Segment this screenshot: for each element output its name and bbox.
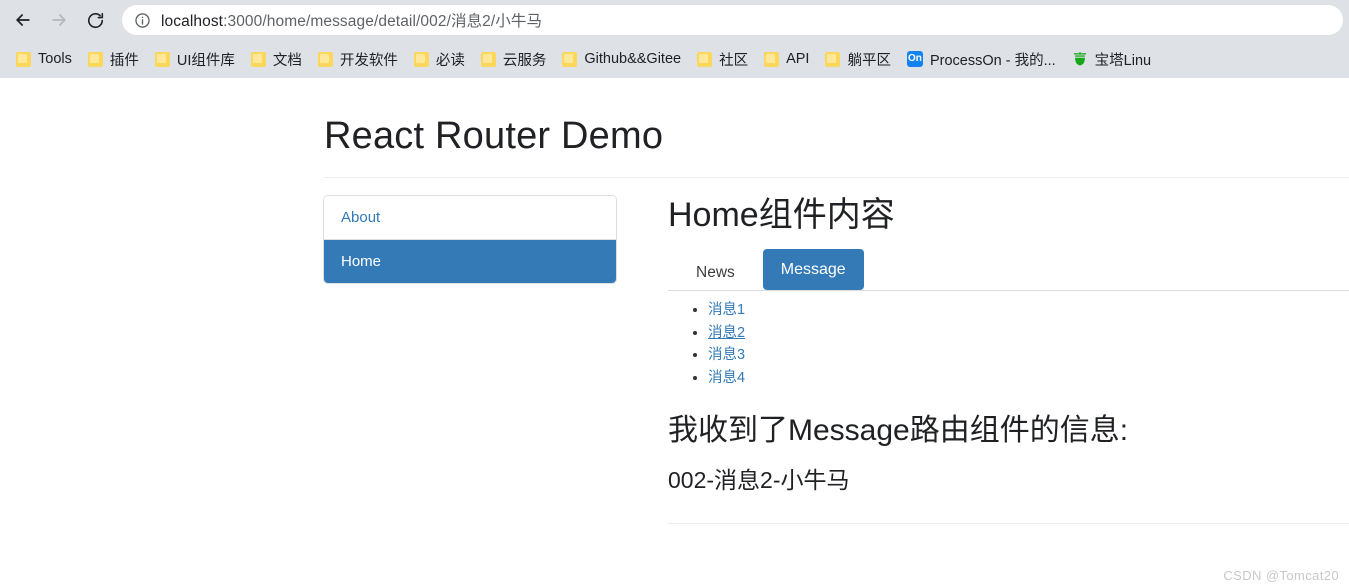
bookmark-community[interactable]: 社区 [689, 46, 756, 72]
bookmark-plugins[interactable]: 插件 [80, 46, 147, 72]
main-column: Home组件内容 News Message 消息1 消息2 消息3 [616, 196, 1349, 524]
back-arrow-icon [13, 10, 33, 30]
bookmark-lying-flat[interactable]: 躺平区 [817, 46, 899, 72]
bookmark-label: 文档 [272, 52, 302, 69]
bookmark-label: 宝塔Linu [1094, 52, 1152, 69]
reload-icon [86, 11, 105, 30]
content-row: About Home Home组件内容 News Message 消息1 消息2 [324, 178, 1349, 524]
sidebar-item-about[interactable]: About [324, 195, 616, 241]
bookmark-label: 必读 [435, 52, 465, 69]
bookmark-docs[interactable]: 文档 [243, 46, 310, 72]
detail-divider [668, 522, 1349, 524]
page-content: React Router Demo About Home Home组件内容 Ne… [0, 78, 1349, 587]
folder-icon [764, 51, 780, 67]
bookmark-label: 躺平区 [847, 52, 891, 69]
url-path: :3000/home/message/detail/002/消息2/小牛马 [223, 13, 543, 30]
bookmark-label: 开发软件 [339, 52, 398, 69]
tab-bar: News Message [668, 248, 1349, 292]
list-item: 消息1 [708, 299, 1349, 322]
bookmark-label: 云服务 [502, 52, 547, 69]
sidebar-column: About Home [324, 195, 616, 284]
folder-icon [317, 51, 333, 67]
bookmark-ui-library[interactable]: UI组件库 [147, 46, 243, 72]
bookmark-processon[interactable]: On ProcessOn - 我的... [899, 46, 1064, 72]
bookmark-label: ProcessOn - 我的... [929, 52, 1056, 69]
folder-icon [413, 51, 429, 67]
folder-icon [154, 51, 170, 67]
folder-icon [697, 51, 713, 67]
bookmarks-bar: Tools 插件 UI组件库 文档 开发软件 必读 云服务 Github&&Gi… [0, 40, 1349, 78]
bt-panel-icon [1072, 51, 1088, 67]
address-bar[interactable]: localhost:3000/home/message/detail/002/消… [122, 5, 1343, 35]
processon-icon: On [906, 51, 923, 67]
list-item: 消息3 [708, 344, 1349, 367]
message-link-3[interactable]: 消息3 [708, 347, 745, 363]
browser-chrome: localhost:3000/home/message/detail/002/消… [0, 0, 1349, 78]
message-link-4[interactable]: 消息4 [708, 370, 745, 386]
bookmark-label: Github&&Gitee [584, 51, 682, 67]
detail-heading: 我收到了Message路由组件的信息: [668, 414, 1129, 448]
tab-news[interactable]: News [686, 256, 745, 290]
bootstrap-container: React Router Demo About Home Home组件内容 Ne… [0, 78, 1349, 524]
url-text: localhost:3000/home/message/detail/002/消… [161, 9, 542, 31]
message-list: 消息1 消息2 消息3 消息4 [668, 299, 1349, 389]
main-heading: Home组件内容 [668, 195, 895, 234]
folder-icon [480, 51, 496, 67]
forward-button[interactable] [42, 3, 76, 37]
bookmark-label: 插件 [109, 52, 139, 69]
bookmark-api[interactable]: API [756, 46, 817, 72]
message-link-1[interactable]: 消息1 [708, 302, 745, 318]
nav-list-group: About Home [324, 195, 616, 284]
bookmark-label: 社区 [719, 52, 749, 69]
bookmark-tools[interactable]: Tools [8, 46, 80, 72]
folder-icon [250, 51, 266, 67]
list-item: 消息2 [708, 322, 1349, 345]
tab-message[interactable]: Message [762, 248, 864, 291]
bookmark-label: UI组件库 [176, 52, 235, 69]
folder-icon [87, 51, 103, 67]
site-info-icon[interactable] [134, 12, 151, 29]
bookmark-github-gitee[interactable]: Github&&Gitee [554, 46, 689, 72]
list-item: 消息4 [708, 367, 1349, 390]
back-button[interactable] [6, 3, 40, 37]
bookmark-label: API [786, 51, 810, 67]
folder-icon [16, 51, 31, 67]
folder-icon [562, 51, 578, 67]
message-link-2[interactable]: 消息2 [708, 325, 745, 341]
folder-icon [825, 51, 841, 67]
url-host: localhost [161, 13, 224, 30]
detail-value: 002-消息2-小牛马 [668, 467, 850, 494]
bookmark-label: Tools [38, 51, 72, 67]
page-title: React Router Demo [324, 115, 664, 157]
browser-toolbar: localhost:3000/home/message/detail/002/消… [0, 0, 1349, 40]
bookmark-bt-panel[interactable]: 宝塔Linu [1064, 46, 1159, 72]
watermark: CSDN @Tomcat20 [1223, 568, 1339, 583]
sidebar-item-home[interactable]: Home [324, 240, 616, 284]
bookmark-cloud-services[interactable]: 云服务 [473, 46, 555, 72]
page-header: React Router Demo [324, 78, 1349, 158]
reload-button[interactable] [78, 3, 112, 37]
forward-arrow-icon [49, 10, 69, 30]
bookmark-must-read[interactable]: 必读 [406, 46, 473, 72]
bookmark-dev-software[interactable]: 开发软件 [310, 46, 406, 72]
